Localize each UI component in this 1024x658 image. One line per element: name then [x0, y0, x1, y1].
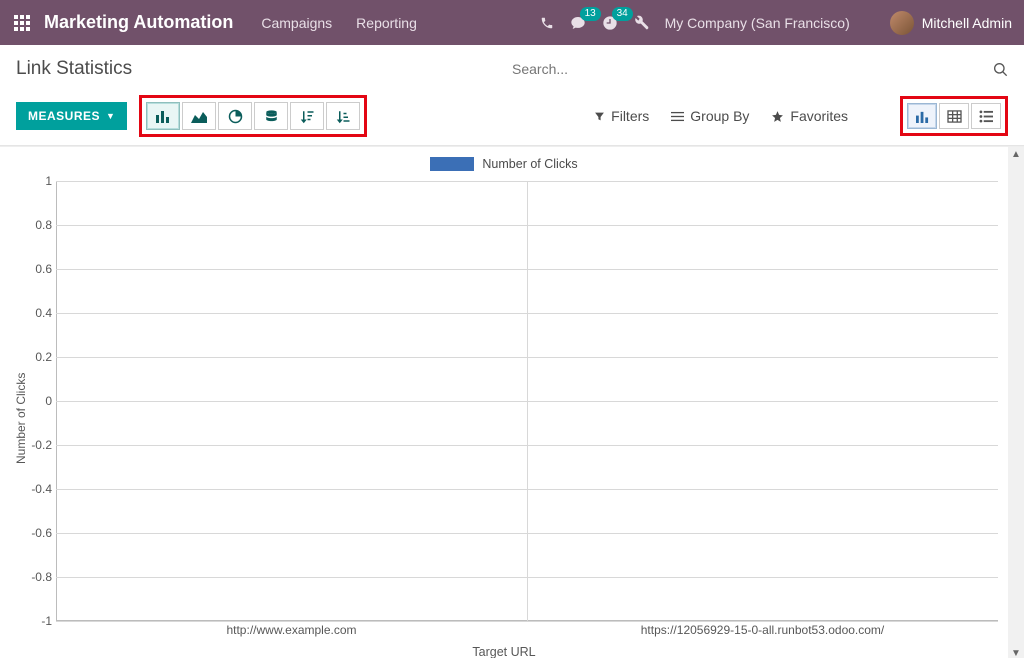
app-brand[interactable]: Marketing Automation	[44, 12, 233, 33]
stacked-chart-icon[interactable]	[254, 102, 288, 130]
measures-button[interactable]: MEASURES ▼	[16, 102, 127, 130]
activities-icon[interactable]: 34	[602, 15, 618, 31]
caret-down-icon: ▼	[106, 111, 115, 121]
favorites-label: Favorites	[790, 108, 848, 124]
search-icon[interactable]	[992, 61, 1008, 77]
view-switcher	[900, 96, 1008, 136]
control-panel: Link Statistics MEASURES ▼	[0, 45, 1024, 146]
y-tick-label: 0.2	[30, 350, 52, 364]
chart-area: Number of Clicks Number of Clicks Target…	[0, 147, 1008, 658]
company-switcher[interactable]: My Company (San Francisco)	[665, 15, 850, 31]
avatar	[890, 11, 914, 35]
x-tick-label: https://12056929-15-0-all.runbot53.odoo.…	[641, 623, 885, 637]
scroll-down-icon[interactable]: ▼	[1011, 646, 1021, 658]
list-view-icon[interactable]	[971, 103, 1001, 129]
chart-type-toolbar	[139, 95, 367, 137]
pivot-view-icon[interactable]	[939, 103, 969, 129]
bar-chart-icon[interactable]	[146, 102, 180, 130]
search-input[interactable]	[512, 57, 992, 81]
filters-button[interactable]: Filters	[594, 108, 649, 124]
page-title: Link Statistics	[16, 58, 512, 80]
activities-badge: 34	[612, 7, 633, 21]
y-tick-label: -0.6	[30, 526, 52, 540]
top-navbar: Marketing Automation Campaigns Reporting…	[0, 0, 1024, 45]
x-axis-title: Target URL	[472, 645, 535, 658]
y-tick-label: 0	[30, 394, 52, 408]
area-chart-icon[interactable]	[182, 102, 216, 130]
sort-asc-icon[interactable]	[326, 102, 360, 130]
x-tick-label: http://www.example.com	[226, 623, 356, 637]
y-tick-label: 1	[30, 174, 52, 188]
vertical-gridline	[527, 181, 528, 621]
y-tick-label: -1	[30, 614, 52, 628]
scroll-track[interactable]	[1008, 162, 1024, 646]
gridline	[56, 621, 998, 622]
apps-icon[interactable]	[12, 13, 32, 33]
user-menu[interactable]: Mitchell Admin	[890, 11, 1012, 35]
y-axis-title: Number of Clicks	[14, 372, 28, 463]
y-tick-label: -0.2	[30, 438, 52, 452]
search-tools: Filters Group By Favorites	[594, 96, 1008, 136]
nav-reporting[interactable]: Reporting	[356, 15, 417, 31]
debug-icon[interactable]	[634, 15, 649, 30]
chart-legend: Number of Clicks	[0, 147, 1008, 171]
messages-icon[interactable]: 13	[570, 15, 586, 31]
main-content: Number of Clicks Number of Clicks Target…	[0, 146, 1024, 658]
scroll-up-icon[interactable]: ▲	[1011, 147, 1021, 162]
user-name: Mitchell Admin	[922, 15, 1012, 31]
messages-badge: 13	[580, 7, 601, 21]
y-tick-label: 0.8	[30, 218, 52, 232]
phone-icon[interactable]	[540, 16, 554, 30]
filters-label: Filters	[611, 108, 649, 124]
group-by-label: Group By	[690, 108, 749, 124]
legend-swatch	[430, 157, 474, 171]
legend-label: Number of Clicks	[482, 157, 577, 171]
graph-view-icon[interactable]	[907, 103, 937, 129]
y-tick-label: 0.4	[30, 306, 52, 320]
measures-label: MEASURES	[28, 109, 100, 123]
vertical-scrollbar[interactable]: ▲ ▼	[1008, 147, 1024, 658]
nav-campaigns[interactable]: Campaigns	[261, 15, 332, 31]
y-tick-label: 0.6	[30, 262, 52, 276]
y-tick-label: -0.8	[30, 570, 52, 584]
pie-chart-icon[interactable]	[218, 102, 252, 130]
favorites-button[interactable]: Favorites	[771, 108, 848, 124]
group-by-button[interactable]: Group By	[671, 108, 749, 124]
y-tick-label: -0.4	[30, 482, 52, 496]
sort-desc-icon[interactable]	[290, 102, 324, 130]
